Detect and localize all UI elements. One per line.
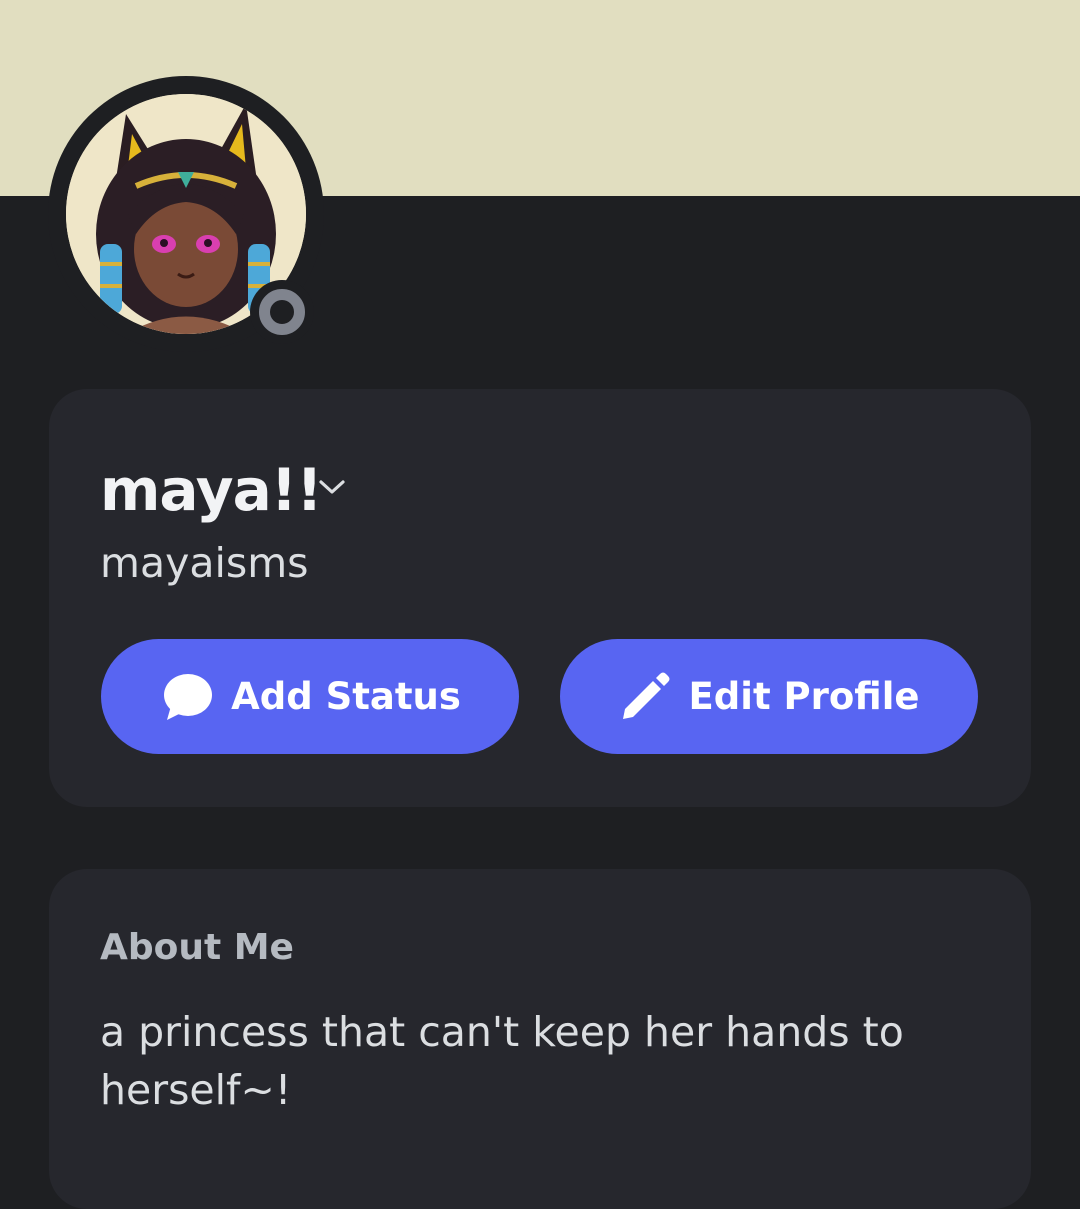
about-me-text: a princess that can't keep her hands to … — [100, 1008, 904, 1114]
chevron-down-icon[interactable] — [317, 477, 347, 497]
add-status-button[interactable]: Add Status — [101, 639, 519, 754]
about-me-card: About Me a princess that can't keep her … — [49, 869, 1031, 1209]
speech-bubble-icon — [159, 672, 213, 722]
pencil-icon — [619, 671, 671, 723]
offline-status-icon — [250, 280, 314, 344]
edit-profile-label: Edit Profile — [688, 675, 920, 718]
display-name[interactable]: maya!! — [100, 455, 323, 525]
about-me-heading: About Me — [100, 927, 294, 968]
username: mayaisms — [100, 539, 309, 587]
edit-profile-button[interactable]: Edit Profile — [560, 639, 978, 754]
add-status-label: Add Status — [231, 675, 461, 718]
profile-card: maya!! mayaisms Add Status Edit Profile — [49, 389, 1031, 807]
